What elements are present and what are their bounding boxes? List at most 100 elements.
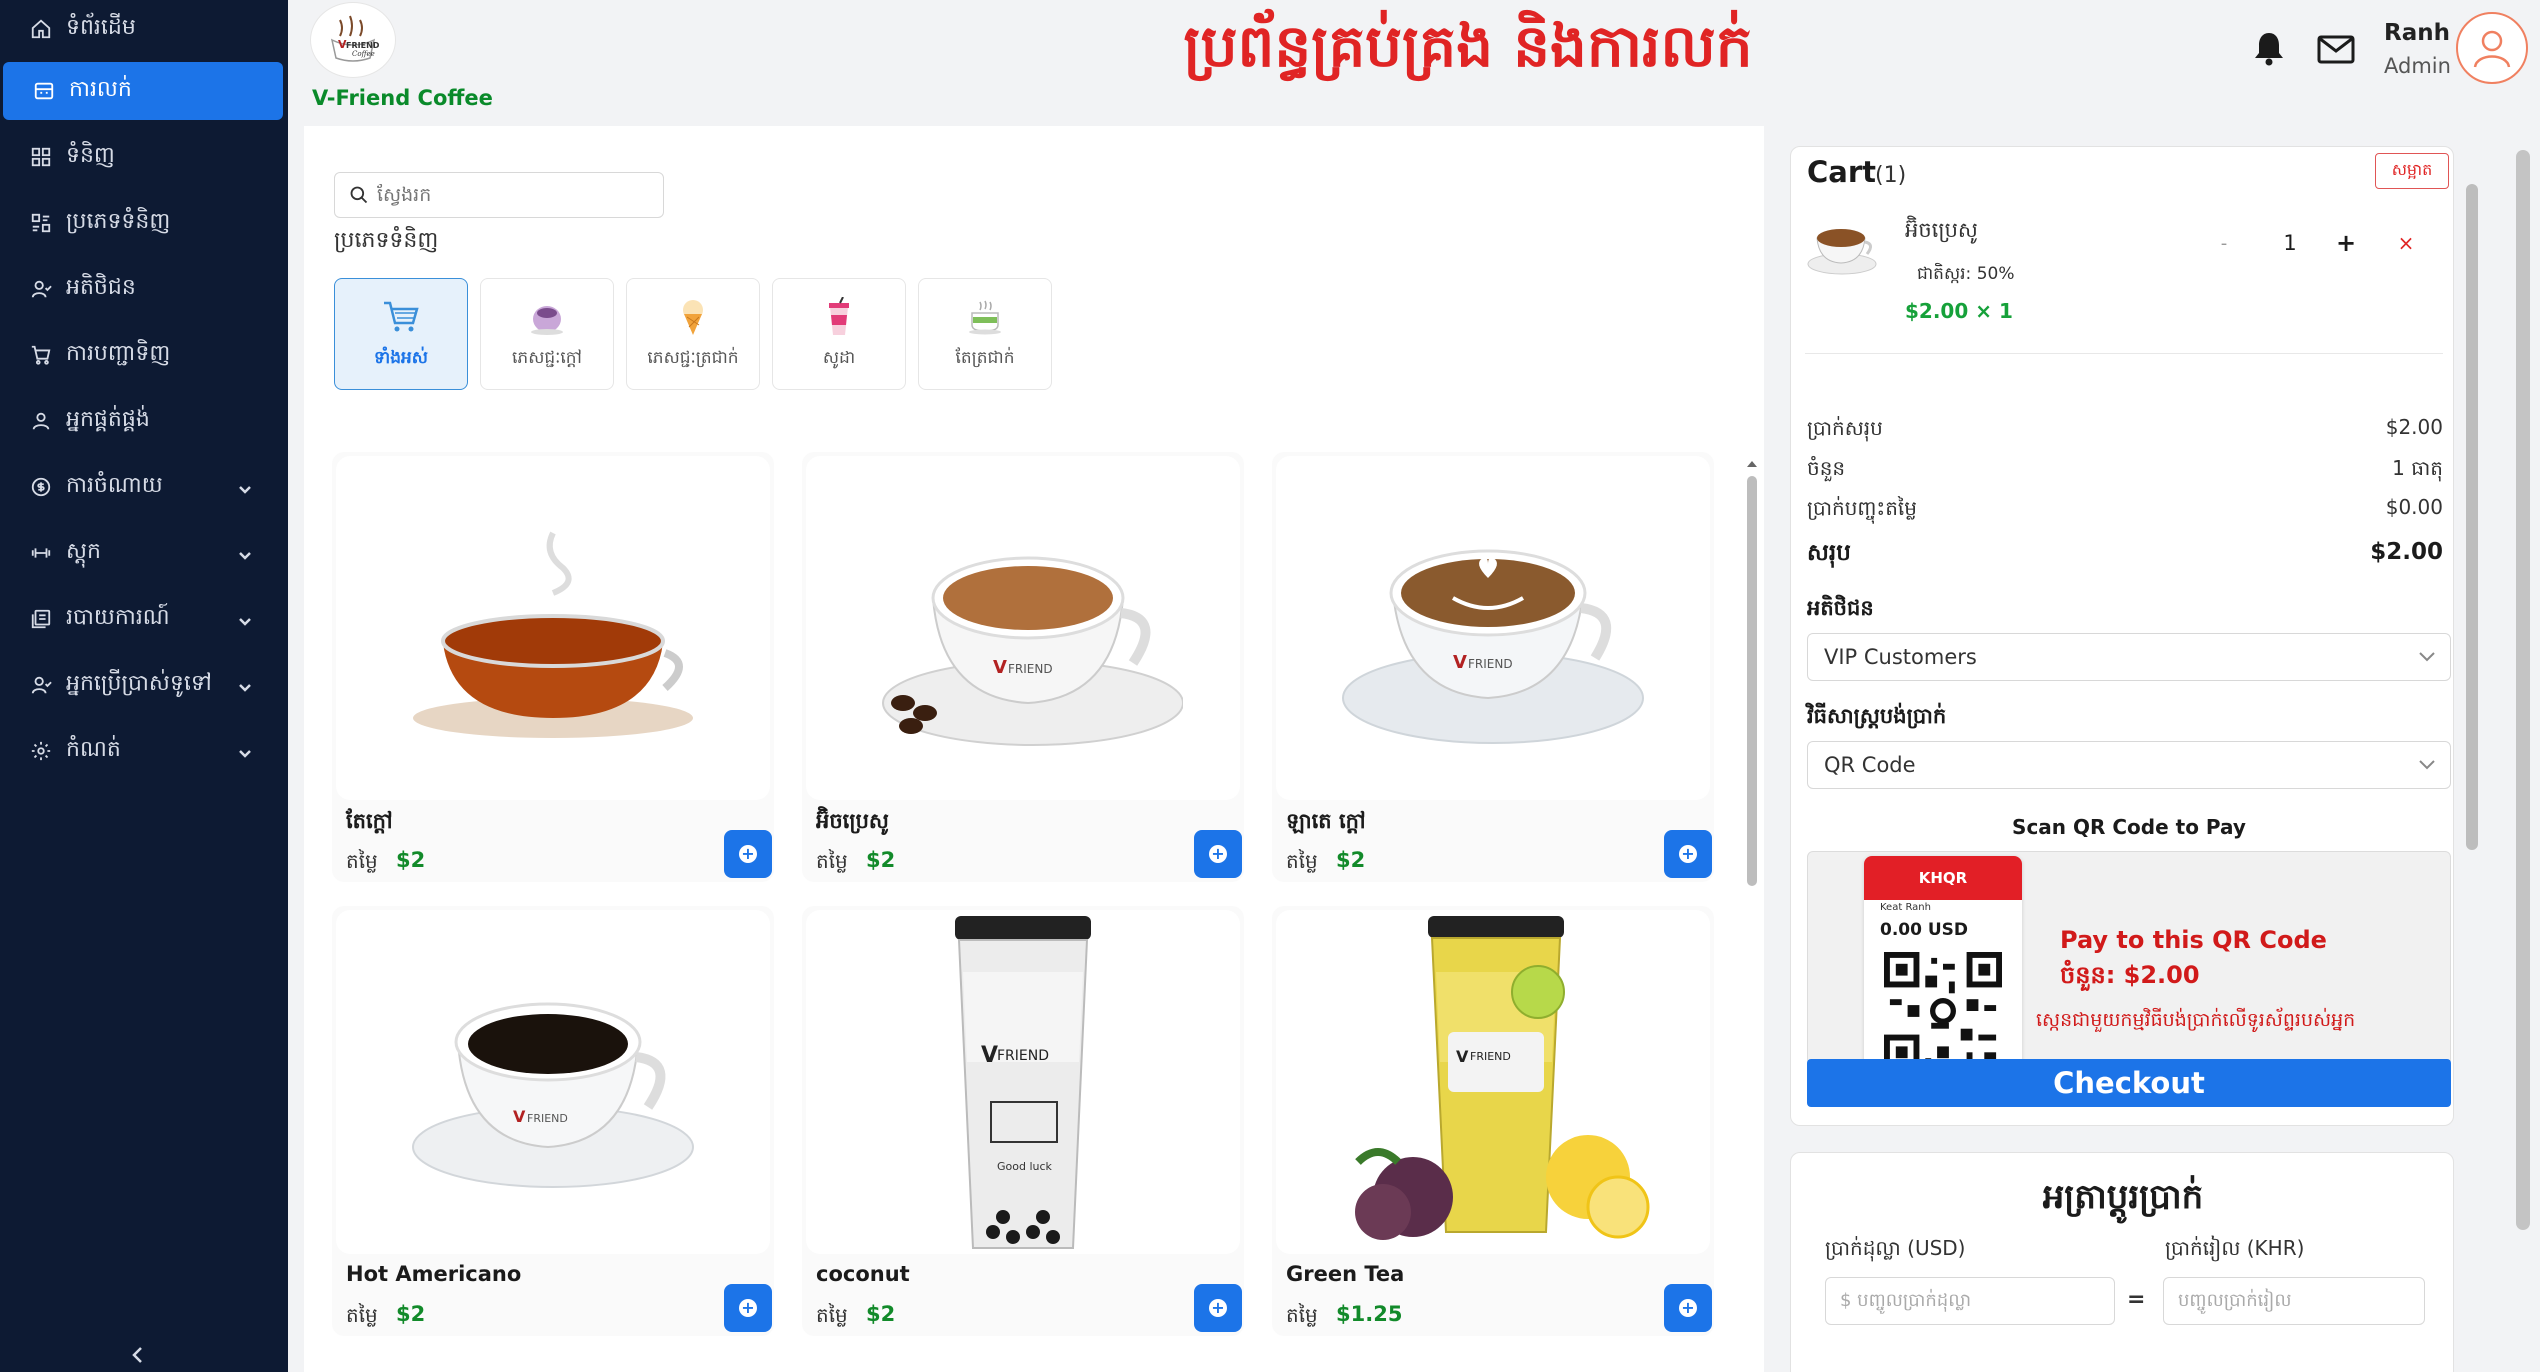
add-to-cart-button[interactable]: + <box>1664 830 1712 878</box>
hot-drink-icon <box>525 297 569 337</box>
product-card[interactable]: V FRIEND Green Tea តម្លៃ $1.25 + <box>1272 906 1714 1336</box>
product-panel: ប្រភេទទំនិញ ទាំងអស់ ភេសជ្ជៈក្តៅ ភេសជ្ជៈត… <box>304 126 1764 1372</box>
cart-item-sugar: ជាតិស្ករ: 50% <box>1917 264 2015 284</box>
product-scrollbar-thumb[interactable] <box>1747 476 1757 886</box>
product-card[interactable]: V FRIEND ឡាតេ ក្តៅ តម្លៃ $2 + <box>1272 452 1714 882</box>
cart-item-qty: 1 <box>2283 231 2297 255</box>
clear-cart-button[interactable]: សម្អាត <box>2375 153 2449 189</box>
price-label: តម្លៃ <box>816 849 848 873</box>
product-card[interactable]: V FRIEND Hot Americano តម្លៃ $2 + <box>332 906 774 1336</box>
summary-value: 1 ធាតុ <box>2392 456 2443 480</box>
cart-title: Cart <box>1807 155 1877 189</box>
report-icon <box>30 608 52 630</box>
sidebar-item-stock[interactable]: ស្តុក <box>0 524 283 582</box>
product-name: អ៊ិចប្រេសូ <box>816 809 889 833</box>
product-price: $2 <box>396 848 426 872</box>
iced-tea-icon <box>963 297 1007 337</box>
product-card[interactable]: V FRIEND អ៊ិចប្រេសូ តម្លៃ $2 + <box>802 452 1244 882</box>
add-to-cart-button[interactable]: + <box>1194 830 1242 878</box>
summary-label: ចំនួន <box>1807 456 1846 480</box>
sidebar-item-settings[interactable]: កំណត់ <box>0 722 283 780</box>
espresso-image: V FRIEND <box>806 456 1240 800</box>
khqr-brand: KHQR <box>1864 856 2022 900</box>
sidebar-item-label: ការបញ្ជាទិញ <box>66 341 171 366</box>
product-price: $2 <box>866 1302 896 1326</box>
product-card[interactable]: V FRIEND Good luck coconut តម្លៃ $2 + <box>802 906 1244 1336</box>
hot-latte-image: V FRIEND <box>1276 456 1710 800</box>
avatar[interactable] <box>2456 12 2528 84</box>
product-name: Green Tea <box>1286 1262 1405 1286</box>
category-soda[interactable]: សូដា <box>772 278 906 390</box>
add-to-cart-button[interactable]: + <box>1194 1284 1242 1332</box>
expense-icon <box>30 476 52 498</box>
khr-input[interactable]: បញ្ចូលប្រាក់រៀល <box>2163 1277 2425 1325</box>
sidebar-item-products[interactable]: ទំនិញ <box>0 128 283 186</box>
summary-value: $2.00 <box>2385 415 2443 439</box>
equals-sign: = <box>2127 1287 2146 1312</box>
sidebar-item-label: អ្នកប្រើប្រាស់ទូទៅ <box>66 671 212 696</box>
cart-scrollbar-thumb[interactable] <box>2466 184 2478 850</box>
customer-select[interactable]: VIP Customers <box>1807 633 2451 681</box>
usd-input[interactable]: $ បញ្ចូលប្រាក់ដុល្លា <box>1825 1277 2115 1325</box>
add-to-cart-button[interactable]: + <box>724 830 772 878</box>
category-label: ភេសជ្ជៈក្តៅ <box>512 347 582 368</box>
payment-method-select[interactable]: QR Code <box>1807 741 2451 789</box>
sidebar-item-users[interactable]: អ្នកប្រើប្រាស់ទូទៅ <box>0 656 283 714</box>
bell-icon[interactable] <box>2252 30 2286 66</box>
sidebar-item-orders[interactable]: ការបញ្ជាទិញ <box>0 326 283 384</box>
svg-text:FRIEND: FRIEND <box>1470 1050 1511 1063</box>
mail-icon[interactable] <box>2316 32 2356 66</box>
chevron-down-icon <box>2419 652 2435 662</box>
add-to-cart-button[interactable]: + <box>1664 1284 1712 1332</box>
svg-text:Good luck: Good luck <box>997 1160 1053 1173</box>
category-cold-drinks[interactable]: ភេសជ្ជៈត្រជាក់ <box>626 278 760 390</box>
svg-text:FRIEND: FRIEND <box>1468 657 1513 671</box>
sidebar-item-label: ប្រភេទទំនិញ <box>66 209 171 234</box>
total-value: $2.00 <box>2370 539 2443 565</box>
increase-qty-button[interactable]: + <box>2331 229 2361 259</box>
collapse-sidebar-icon[interactable] <box>128 1345 148 1365</box>
category-label: ទាំងអស់ <box>374 347 428 368</box>
sidebar-item-categories[interactable]: ប្រភេទទំនិញ <box>0 194 283 252</box>
product-price: $2 <box>1336 848 1366 872</box>
svg-text:FRIEND: FRIEND <box>527 1112 568 1125</box>
exchange-rate-panel: អត្រាប្តូរប្រាក់ ប្រាក់ដុល្លា (USD) ប្រា… <box>1790 1152 2454 1372</box>
sidebar-item-label: របាយការណ៍ <box>66 605 170 630</box>
decrease-qty-button[interactable]: - <box>2209 233 2239 263</box>
product-card[interactable]: តែក្តៅ តម្លៃ $2 + <box>332 452 774 882</box>
add-to-cart-button[interactable]: + <box>724 1284 772 1332</box>
qr-title: Scan QR Code to Pay <box>2012 815 2246 839</box>
sidebar-item-suppliers[interactable]: អ្នកផ្គត់ផ្គង់ <box>0 392 283 450</box>
search-box[interactable] <box>334 172 664 218</box>
category-all[interactable]: ទាំងអស់ <box>334 278 468 390</box>
svg-text:V: V <box>513 1107 526 1126</box>
sidebar-item-expenses[interactable]: ការចំណាយ <box>0 458 283 516</box>
customers-icon <box>30 278 52 300</box>
summary-discount: ប្រាក់បញ្ចុះតម្លៃ $0.00 <box>1807 495 2443 525</box>
product-price: $2 <box>866 848 896 872</box>
chevron-down-icon <box>2419 760 2435 770</box>
search-input[interactable] <box>377 184 657 206</box>
sidebar-item-label: កំណត់ <box>66 737 121 762</box>
sidebar-item-sales[interactable]: ការលក់ <box>3 62 283 120</box>
sidebar-item-label: អ្នកផ្គត់ផ្គង់ <box>66 407 150 432</box>
sidebar-item-home[interactable]: ទំព័រដើម <box>0 0 283 58</box>
page-scrollbar-thumb[interactable] <box>2516 150 2530 1230</box>
khqr-merchant: Keat Ranh <box>1880 902 1931 913</box>
summary-total: សរុប $2.00 <box>1807 539 2443 572</box>
usd-label: ប្រាក់ដុល្លា (USD) <box>1825 1236 1966 1260</box>
checkout-button[interactable]: Checkout <box>1807 1059 2451 1107</box>
sidebar-item-label: ការចំណាយ <box>66 473 163 498</box>
price-label: តម្លៃ <box>346 1303 378 1327</box>
product-price: $2 <box>396 1302 426 1326</box>
sidebar-item-reports[interactable]: របាយការណ៍ <box>0 590 283 648</box>
page-title: ប្រព័ន្ធគ្រប់គ្រង និងការលក់ <box>1183 12 1753 80</box>
category-label: ភេសជ្ជៈត្រជាក់ <box>647 347 739 368</box>
svg-text:V: V <box>1456 1047 1469 1066</box>
sidebar-item-label: អតិថិជន <box>66 275 136 300</box>
category-hot-drinks[interactable]: ភេសជ្ជៈក្តៅ <box>480 278 614 390</box>
sidebar-item-customers[interactable]: អតិថិជន <box>0 260 283 318</box>
remove-item-button[interactable]: × <box>2391 231 2421 261</box>
category-iced-tea[interactable]: តែត្រជាក់ <box>918 278 1052 390</box>
coconut-drink-image: V FRIEND Good luck <box>806 910 1240 1254</box>
